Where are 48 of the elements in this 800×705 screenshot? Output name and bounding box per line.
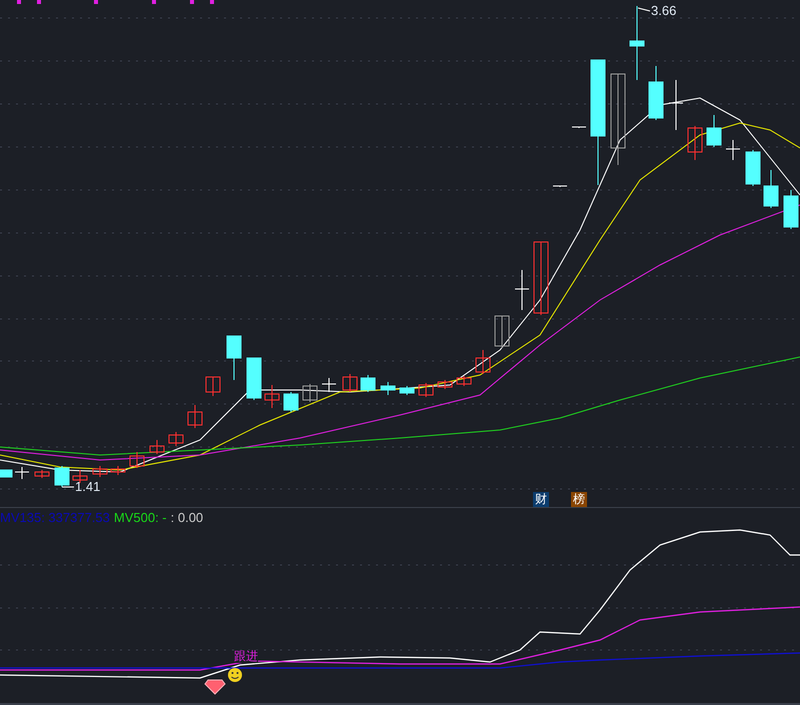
candlestick bbox=[14, 466, 30, 480]
candlestick bbox=[764, 170, 778, 208]
candlestick bbox=[302, 384, 318, 402]
legend-label: : 0.00 bbox=[170, 510, 204, 525]
candlestick bbox=[438, 380, 452, 390]
candlestick bbox=[34, 470, 50, 478]
candlestick bbox=[322, 378, 336, 392]
event-badge[interactable]: 财 bbox=[533, 492, 549, 507]
candlestick bbox=[648, 66, 664, 120]
candlestick bbox=[110, 466, 126, 476]
candlestick bbox=[784, 190, 798, 230]
candlestick bbox=[494, 316, 510, 348]
high-price-label: 3.66 bbox=[651, 3, 676, 18]
candlestick bbox=[130, 452, 144, 468]
candlestick bbox=[92, 466, 108, 478]
candlestick bbox=[688, 126, 702, 160]
event-badge[interactable]: 榜 bbox=[571, 492, 587, 507]
candlestick bbox=[284, 392, 298, 412]
legend-label: MV135: 337377.53 bbox=[0, 510, 110, 525]
candlestick bbox=[0, 470, 12, 478]
smiley-icon bbox=[228, 668, 242, 682]
candlestick bbox=[418, 382, 434, 398]
candlestick bbox=[572, 126, 586, 128]
candlestick bbox=[726, 140, 740, 160]
candlestick bbox=[264, 384, 280, 408]
candlestick bbox=[54, 466, 70, 488]
candlestick bbox=[668, 80, 684, 130]
candlestick bbox=[706, 114, 722, 148]
candlestick bbox=[188, 404, 202, 428]
candlestick bbox=[168, 432, 184, 446]
candlestick bbox=[206, 376, 220, 396]
candlestick bbox=[380, 382, 396, 396]
candlestick bbox=[476, 350, 490, 374]
legend-label: MV500: - bbox=[114, 510, 167, 525]
low-price-label: 1.41 bbox=[75, 479, 100, 494]
candlestick bbox=[400, 386, 414, 396]
candlestick bbox=[226, 336, 242, 380]
candlestick bbox=[552, 186, 568, 188]
candlestick bbox=[746, 150, 760, 186]
candlestick bbox=[246, 358, 262, 400]
candlestick bbox=[360, 374, 376, 392]
candlestick bbox=[72, 470, 88, 484]
candlestick bbox=[514, 270, 530, 310]
candlestick bbox=[342, 374, 358, 392]
diamond-icon bbox=[204, 680, 226, 695]
candlestick bbox=[150, 440, 164, 454]
candlestick bbox=[456, 376, 472, 386]
signal-label: 跟进 bbox=[234, 650, 258, 663]
